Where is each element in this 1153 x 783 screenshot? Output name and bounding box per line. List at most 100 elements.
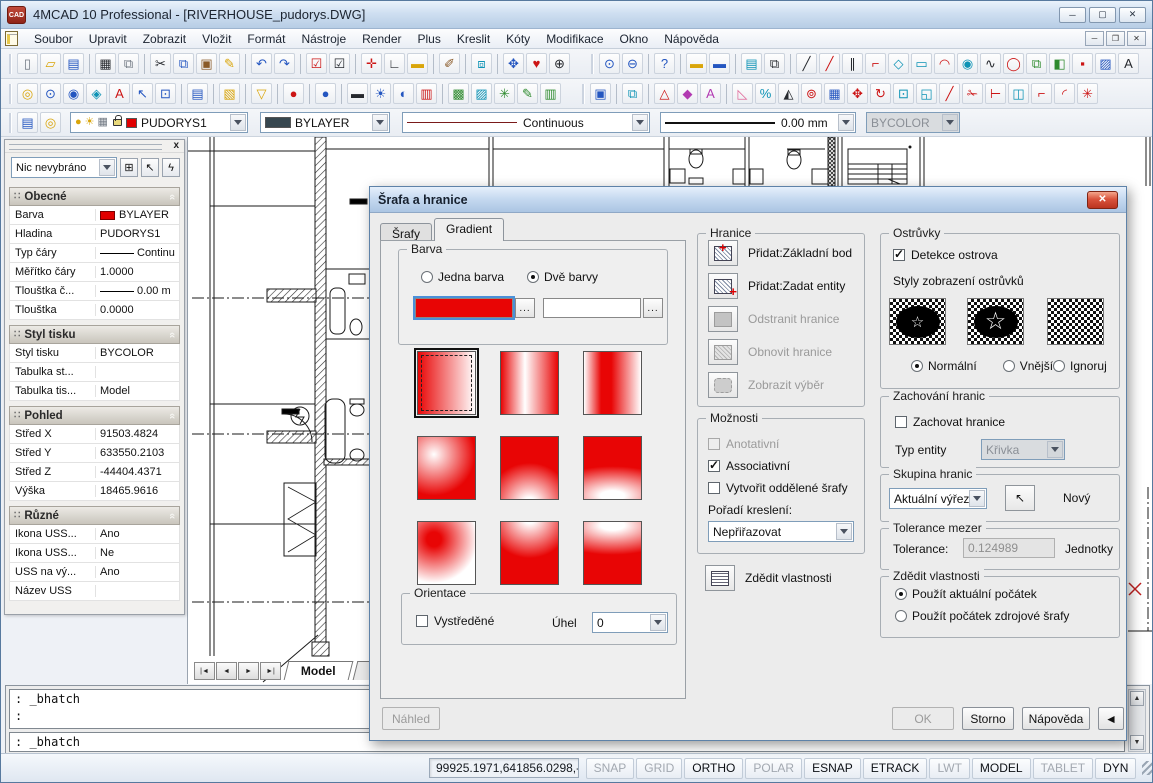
status-toggle[interactable]: POLAR [745, 758, 802, 779]
section-header[interactable]: ∷ Styl tisku « [9, 325, 180, 344]
dimension-check-icon[interactable]: ☑ [329, 53, 350, 74]
menu-item[interactable]: Upravit [81, 30, 135, 48]
draworder-check-icon[interactable]: ☑ [306, 53, 327, 74]
erase-icon[interactable]: ◺ [732, 83, 753, 104]
collapse-chevron-icon[interactable]: « [166, 412, 178, 418]
stretch-icon[interactable]: ◱ [916, 83, 937, 104]
sketch-pen-icon[interactable]: ✐ [439, 53, 460, 74]
insert-block-icon[interactable]: ⧉ [1026, 53, 1047, 74]
offset-icon[interactable]: ⊚ [801, 83, 822, 104]
toolbar-grip[interactable] [9, 54, 12, 74]
radio-icon[interactable] [1053, 360, 1065, 372]
menu-item[interactable]: Nápověda [656, 30, 727, 48]
mdi-restore-button[interactable]: ❐ [1106, 31, 1125, 46]
layer-combo[interactable]: ● ☀ ▦ PUDORYS1 [70, 112, 248, 133]
checkbox-icon[interactable] [708, 482, 720, 494]
zoom-scale-icon[interactable]: ◉ [63, 83, 84, 104]
tab-model[interactable]: Model [284, 661, 353, 680]
paste-special-icon[interactable]: ▣ [590, 83, 611, 104]
protractor-icon[interactable]: △ [654, 83, 675, 104]
property-row[interactable]: Ikona USS... Ano [9, 525, 180, 544]
menu-item[interactable]: Nástroje [293, 30, 354, 48]
tab-previous-button[interactable]: ◄ [216, 662, 237, 680]
property-row[interactable]: Tabulka tis... Model [9, 382, 180, 401]
property-row[interactable]: Styl tisku BYCOLOR [9, 344, 180, 363]
property-row[interactable]: Tlouštka 0.0000 [9, 301, 180, 320]
arc-icon[interactable]: ◠ [934, 53, 955, 74]
maximize-button[interactable]: ▢ [1089, 7, 1116, 23]
paint-materials-icon[interactable]: ◐ [393, 83, 414, 104]
property-row[interactable]: Výška 18465.9616 [9, 482, 180, 501]
view-selection-button[interactable] [708, 372, 738, 398]
scroll-up-icon[interactable]: ▲ [1130, 691, 1144, 706]
property-row[interactable]: Střed Z -44404.4371 [9, 463, 180, 482]
surface-icon[interactable]: ▬ [709, 53, 730, 74]
und o-icon[interactable]: ↶ [251, 53, 272, 74]
help-button[interactable]: Nápověda [1022, 707, 1090, 730]
tab-first-button[interactable]: |◄ [194, 662, 215, 680]
property-row[interactable]: Měřítko čáry 1.0000 [9, 263, 180, 282]
boundary-set-combo[interactable]: Aktuální výřez [889, 488, 987, 509]
draw-order-dropdown-button[interactable] [836, 523, 852, 540]
new-boundary-set-button[interactable]: ↖ [1005, 485, 1035, 511]
render-icon[interactable]: ▬ [347, 83, 368, 104]
pick-entities-button[interactable]: ↖ [141, 158, 159, 177]
notes-icon[interactable]: ▤ [741, 53, 762, 74]
plant-edit-icon[interactable]: ✎ [517, 83, 538, 104]
palette-grip[interactable]: x [5, 140, 184, 153]
cancel-button[interactable]: Storno [962, 707, 1014, 730]
array-icon[interactable]: ▦ [824, 83, 845, 104]
parallel-lines-icon[interactable]: ∥ [842, 53, 863, 74]
toolbar-grip[interactable] [9, 113, 12, 133]
property-row[interactable]: Hladina PUDORYS1 [9, 225, 180, 244]
extend-icon[interactable]: ⊢ [985, 83, 1006, 104]
gradient-tile-hemispherical[interactable] [500, 436, 559, 500]
island-style-radio[interactable]: Normální [911, 359, 977, 373]
polygon-icon[interactable]: ◇ [888, 53, 909, 74]
selection-filter-combo[interactable]: Nic nevybráno [11, 157, 117, 178]
dialog-title-bar[interactable]: Šrafa a hranice ✕ [370, 187, 1126, 213]
help-icon[interactable]: ? [654, 53, 675, 74]
angle-combo[interactable]: 0 [592, 612, 668, 633]
mdi-minimize-button[interactable]: ─ [1085, 31, 1104, 46]
lengthen-icon[interactable]: ╱ [939, 83, 960, 104]
rectangle-icon[interactable]: ▭ [911, 53, 932, 74]
use-source-origin-radio[interactable]: Použít počátek zdrojové šrafy [895, 609, 1069, 623]
scroll-down-icon[interactable]: ▼ [1130, 735, 1144, 750]
centered-checkbox[interactable]: Vystředěné [416, 614, 494, 628]
dialog-close-button[interactable]: ✕ [1087, 191, 1118, 209]
tab-last-button[interactable]: ►| [260, 662, 281, 680]
menu-item[interactable]: Formát [239, 30, 293, 48]
island-style-ignore-tile[interactable] [1047, 298, 1104, 345]
spline-icon[interactable]: ∿ [980, 53, 1001, 74]
section-header[interactable]: ∷ Pohled « [9, 406, 180, 425]
status-toggle[interactable]: ETRACK [863, 758, 928, 779]
add-pick-point-button[interactable] [708, 240, 738, 266]
retain-boundaries-checkbox[interactable]: Zachovat hranice [895, 415, 1005, 429]
property-row[interactable]: Barva BYLAYER [9, 206, 180, 225]
find-text-icon[interactable]: A [109, 83, 130, 104]
option-checkbox[interactable]: Anotativní [708, 433, 848, 455]
open-folder-icon[interactable]: ▱ [40, 53, 61, 74]
remove-boundary-button[interactable] [708, 306, 738, 332]
view-select-icon[interactable]: ⧉ [764, 53, 785, 74]
menu-item[interactable]: Kóty [498, 30, 538, 48]
menu-item[interactable]: Okno [612, 30, 657, 48]
gradient-tile-spherical[interactable] [417, 436, 476, 500]
format-painter-icon[interactable]: ✎ [219, 53, 240, 74]
gradient-tile-cylinder[interactable] [500, 351, 559, 415]
zoom-extents-icon[interactable]: ◎ [17, 83, 38, 104]
color1-browse-button[interactable]: ... [515, 298, 535, 318]
cut-icon[interactable]: ✂ [150, 53, 171, 74]
status-toggle[interactable]: ORTHO [684, 758, 743, 779]
status-toggle[interactable]: MODEL [972, 758, 1031, 779]
checkbox-icon[interactable] [895, 416, 907, 428]
radio-icon[interactable] [895, 588, 907, 600]
resize-grip[interactable] [1142, 761, 1152, 775]
command-scrollbar[interactable]: ▲ ▼ [1128, 689, 1146, 752]
property-row[interactable]: USS na vý... Ano [9, 563, 180, 582]
ellipse-icon[interactable]: ◯ [1003, 53, 1024, 74]
collapse-chevron-icon[interactable]: « [166, 193, 178, 199]
two-colors-radio[interactable]: Dvě barvy [527, 270, 598, 284]
minimize-button[interactable]: ─ [1059, 7, 1086, 23]
